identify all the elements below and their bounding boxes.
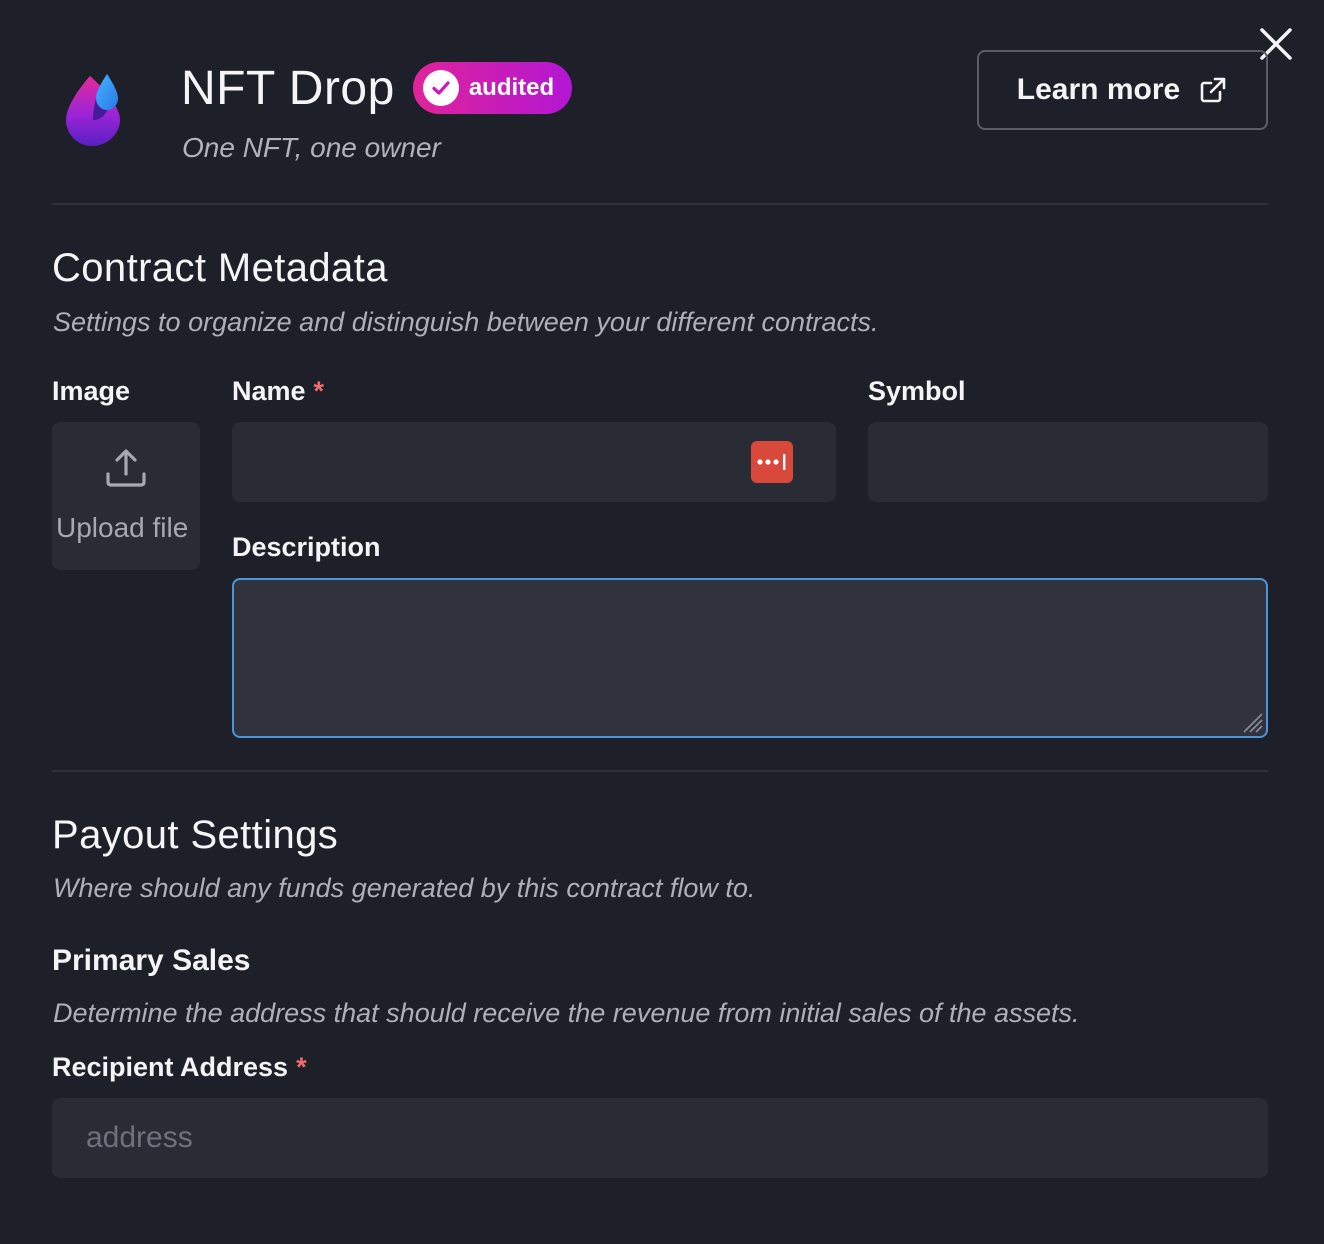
metadata-heading: Contract Metadata	[52, 246, 388, 290]
section-divider	[52, 770, 1268, 772]
page-subtitle: One NFT, one owner	[182, 132, 441, 163]
external-link-icon	[1200, 77, 1226, 103]
upload-icon	[106, 449, 146, 487]
title-row: NFT Drop audited	[181, 60, 573, 116]
required-mark: *	[313, 376, 325, 406]
payout-heading: Payout Settings	[52, 813, 339, 857]
primary-sales-description: Determine the address that should receiv…	[53, 998, 1080, 1028]
drop-logo-icon	[66, 74, 120, 146]
upload-label: Upload file	[56, 512, 189, 543]
metadata-description: Settings to organize and distinguish bet…	[53, 307, 879, 337]
name-label: Name *	[232, 376, 324, 407]
page-title: NFT Drop	[181, 61, 395, 115]
header-divider	[52, 203, 1268, 205]
password-manager-icon[interactable]	[751, 441, 793, 483]
name-input[interactable]	[232, 422, 836, 502]
name-field-wrapper	[232, 422, 836, 502]
recipient-label: Recipient Address *	[52, 1052, 307, 1083]
recipient-label-text: Recipient Address	[52, 1052, 289, 1082]
image-label: Image	[52, 376, 131, 406]
primary-sales-heading: Primary Sales	[52, 944, 251, 977]
description-textarea[interactable]	[234, 580, 1266, 736]
recipient-field-wrapper	[52, 1098, 1268, 1178]
recipient-address-input[interactable]	[52, 1098, 1268, 1178]
badge-label: audited	[468, 74, 555, 101]
check-circle-icon	[422, 70, 459, 106]
resize-grip-icon[interactable]	[1238, 708, 1264, 734]
learn-more-label: Learn more	[1016, 73, 1181, 106]
symbol-input[interactable]	[868, 422, 1268, 502]
audited-badge: audited	[412, 62, 573, 114]
description-field-wrapper	[232, 578, 1268, 738]
symbol-field-wrapper	[868, 422, 1268, 502]
symbol-label: Symbol	[868, 376, 966, 406]
payout-description: Where should any funds generated by this…	[53, 873, 756, 903]
required-mark: *	[296, 1052, 307, 1082]
name-label-text: Name	[232, 376, 306, 406]
deploy-contract-modal: NFT Drop audited One NFT, one owner Lear…	[0, 0, 1324, 1244]
learn-more-button[interactable]: Learn more	[977, 50, 1268, 130]
description-label: Description	[232, 532, 381, 562]
image-upload[interactable]	[52, 422, 200, 570]
